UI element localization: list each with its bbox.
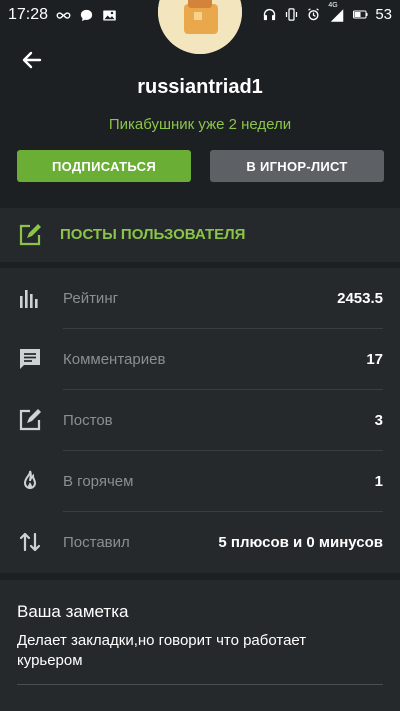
stats-list: Рейтинг 2453.5 Комментариев 17 Постов 3 … [0,268,400,573]
subscribe-button[interactable]: ПОДПИСАТЬСЯ [17,150,191,182]
vibrate-icon [286,8,298,21]
network-badge: 4G [328,2,346,22]
stat-label: Поставил [63,534,130,551]
stat-value: 1 [374,473,383,490]
stat-rating: Рейтинг 2453.5 [0,268,400,329]
battery-level: 53 [375,6,392,23]
edit-post-icon [19,409,41,431]
username: russiantriad1 [137,76,263,98]
note-text[interactable]: Делает закладки,но говорит что работает … [17,631,357,671]
stat-label: Рейтинг [63,290,119,307]
stat-label: Постов [63,412,113,429]
stat-hot: В горячем 1 [0,451,400,512]
battery-icon [353,10,368,19]
alarm-icon [308,8,320,21]
stat-comments: Комментариев 17 [0,329,400,390]
status-time: 17:28 [8,6,49,23]
headphones-icon [264,8,276,21]
edit-post-icon [19,224,41,246]
bar-chart-icon [20,290,38,308]
stat-voted: Поставил 5 плюсов и 0 минусов [0,512,400,573]
note-section[interactable]: Ваша заметка Делает закладки,но говорит … [0,580,400,711]
stat-value: 2453.5 [337,290,383,307]
comment-icon [20,349,40,369]
note-underline [17,684,383,685]
sort-arrows-icon [19,532,41,552]
image-icon [103,10,116,20]
infinity-icon [56,11,71,19]
avatar[interactable] [158,0,242,54]
stat-label: В горячем [63,473,134,490]
user-posts-label: ПОСТЫ ПОЛЬЗОВАТЕЛЯ [60,226,246,243]
avatar-image [158,0,242,54]
stat-posts: Постов 3 [0,390,400,451]
flame-icon [23,470,37,489]
note-title: Ваша заметка [17,602,129,621]
stat-value: 5 плюсов и 0 минусов [218,534,383,551]
back-arrow-icon[interactable] [20,48,44,72]
user-posts-link[interactable]: ПОСТЫ ПОЛЬЗОВАТЕЛЯ [0,208,400,262]
stat-label: Комментариев [63,351,166,368]
stat-value: 3 [374,412,383,429]
stat-value: 17 [366,351,383,368]
member-since: Пикабушник уже 2 недели [108,116,292,133]
signal-icon [331,9,344,22]
ignore-list-button[interactable]: В ИГНОР-ЛИСТ [210,150,384,182]
chat-bubble-icon [80,9,93,21]
